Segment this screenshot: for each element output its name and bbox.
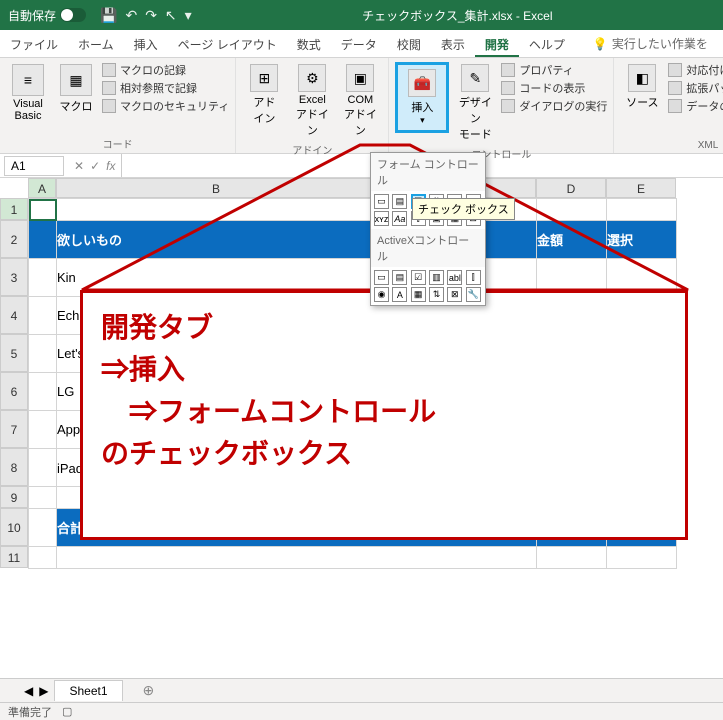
ax-button-control[interactable]: ▭ — [374, 270, 389, 285]
form-label-control[interactable]: xʏz — [374, 211, 389, 226]
annotation-callout: 開発タブ ⇒挿入 ⇒フォームコントロール のチェックボックス — [80, 290, 688, 540]
form-button-control[interactable]: ▭ — [374, 194, 389, 209]
form-label2-control[interactable]: Aa — [392, 211, 407, 226]
form-controls-label: フォーム コントロール — [371, 153, 485, 191]
ax-textbox-control[interactable]: abl — [447, 270, 462, 285]
ax-spin-control[interactable]: ⇅ — [429, 287, 444, 302]
ax-label-control[interactable]: A — [392, 287, 407, 302]
ax-more-control[interactable]: 🔧 — [466, 287, 481, 302]
form-combobox-control[interactable]: ▤ — [392, 194, 407, 209]
activex-controls-label: ActiveXコントロール — [371, 229, 485, 267]
callout-line-2: ⇒挿入 — [101, 349, 667, 391]
ax-optionbutton-control[interactable]: ◉ — [374, 287, 389, 302]
checkbox-tooltip: チェック ボックス — [412, 198, 515, 220]
ax-toggle-control[interactable]: ⊠ — [447, 287, 462, 302]
callout-line-3: ⇒フォームコントロール — [101, 391, 667, 433]
ax-combobox-control[interactable]: ▤ — [392, 270, 407, 285]
ax-listbox-control[interactable]: ▥ — [429, 270, 444, 285]
ax-image-control[interactable]: ▦ — [411, 287, 426, 302]
ax-scrollbar-control[interactable]: ⫿ — [466, 270, 481, 285]
insert-controls-dropdown: フォーム コントロール ▭ ▤ ☑ ⇅ ▥ ◉ xʏz Aa ⫿ ▣ ▦ ⊠ A… — [370, 152, 486, 306]
ax-checkbox-control[interactable]: ☑ — [411, 270, 426, 285]
callout-line-4: のチェックボックス — [101, 433, 667, 475]
callout-line-1: 開発タブ — [101, 307, 667, 349]
